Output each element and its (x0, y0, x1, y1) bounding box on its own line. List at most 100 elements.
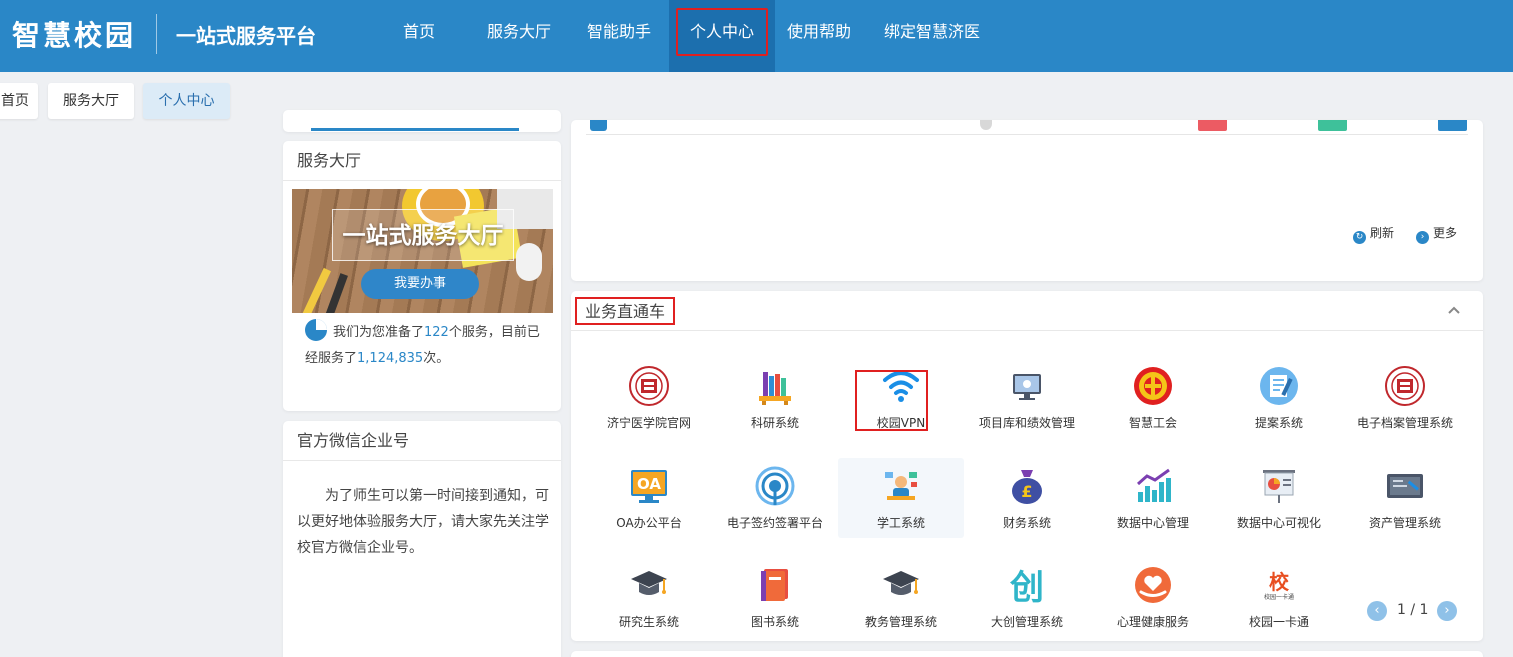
service-stat: 我们为您准备了122个服务，目前已经服务了1,124,835次。 (305, 319, 545, 372)
union-emblem-icon (1134, 367, 1172, 405)
nav-help[interactable]: 使用帮助 (778, 0, 860, 72)
banner-mouse (516, 243, 542, 281)
book-icon (761, 569, 788, 601)
crumb-home[interactable]: 首页 (0, 83, 38, 119)
wechat-title: 官方微信企业号 (283, 421, 561, 461)
more-chevron-icon: › (1416, 231, 1429, 244)
app-oa[interactable]: OA OA办公平台 (586, 458, 712, 538)
vpn-highlight-box (855, 370, 928, 431)
refresh-icon: ↻ (1353, 231, 1366, 244)
app-library[interactable]: 图书系统 (712, 557, 838, 637)
app-student-work[interactable]: 学工系统 (838, 458, 964, 538)
top-header: 智慧校园 一站式服务平台 首页 服务大厅 智能助手 个人中心 使用帮助 绑定智慧… (0, 0, 1513, 72)
app-smart-union[interactable]: 智慧工会 (1090, 358, 1216, 438)
prev-page-button[interactable]: ‹ (1367, 601, 1387, 621)
more-button[interactable]: › 更多 (1416, 224, 1457, 244)
app-label: 研究生系统 (618, 615, 679, 629)
app-label: 资产管理系统 (1368, 516, 1441, 530)
message-divider (586, 134, 1468, 135)
app-label: 大创管理系统 (990, 615, 1063, 629)
app-project-performance[interactable]: 项目库和绩效管理 (964, 358, 1090, 438)
student-work-icon (885, 472, 917, 500)
nav-smart-assistant[interactable]: 智能助手 (578, 0, 660, 72)
device-icon (1387, 474, 1423, 498)
app-label: 智慧工会 (1128, 416, 1177, 430)
app-label: 电子档案管理系统 (1356, 416, 1453, 430)
nav-home[interactable]: 首页 (384, 0, 454, 72)
money-bag-icon: £ (1012, 470, 1042, 504)
bar-chart-icon (1137, 468, 1171, 502)
app-e-archive[interactable]: 电子档案管理系统 (1342, 358, 1468, 438)
app-label: 财务系统 (1002, 516, 1051, 530)
app-label: 校园一卡通 (1248, 615, 1309, 629)
graduation-cap-icon (883, 571, 919, 595)
nav-bind-smart-jiyi[interactable]: 绑定智慧济医 (876, 0, 988, 72)
chuang-icon: 创 (1009, 568, 1044, 605)
app-label: 数据中心管理 (1116, 516, 1189, 530)
app-data-visual[interactable]: 数据中心可视化 (1216, 458, 1342, 538)
campus-card-icon: 校 校园一卡通 (1264, 570, 1294, 601)
app-jining-website[interactable]: 济宁医学院官网 (586, 358, 712, 438)
app-label: 济宁医学院官网 (606, 416, 691, 430)
college-seal-icon (1385, 366, 1425, 406)
app-mental-health[interactable]: 心理健康服务 (1090, 557, 1216, 637)
next-page-button[interactable]: › (1437, 601, 1457, 621)
wechat-text: 为了师生可以第一时间接到通知，可以更好地体验服务大厅，请大家先关注学校官方微信企… (297, 488, 549, 556)
app-label: 教务管理系统 (864, 615, 937, 629)
more-label: 更多 (1433, 226, 1458, 240)
wechat-card: 官方微信企业号 为了师生可以第一时间接到通知，可以更好地体验服务大厅，请大家先关… (283, 421, 561, 657)
app-innovation[interactable]: 创 大创管理系统 (964, 557, 1090, 637)
heart-hand-icon (1135, 567, 1171, 603)
bottom-card (571, 651, 1483, 657)
bookshelf-icon (759, 372, 791, 405)
app-campus-card[interactable]: 校 校园一卡通 校园一卡通 (1216, 557, 1342, 637)
document-pen-icon (1260, 367, 1298, 405)
logo-divider (156, 14, 157, 54)
app-finance[interactable]: £ 财务系统 (964, 458, 1090, 538)
oa-monitor-icon: OA (631, 470, 667, 503)
stat-suffix: 次。 (423, 351, 450, 366)
page-indicator: 1 / 1 (1397, 602, 1429, 618)
college-seal-icon (629, 366, 669, 406)
tab-stub-checkbox (590, 120, 607, 131)
app-label: 项目库和绩效管理 (978, 416, 1075, 430)
crumb-service-hall[interactable]: 服务大厅 (48, 83, 134, 119)
tab-stub-gray (980, 120, 992, 130)
served-count: 1,124,835 (357, 351, 424, 366)
refresh-button[interactable]: ↻ 刷新 (1353, 224, 1394, 244)
svg-text:校: 校 (1269, 570, 1290, 594)
app-academic-affairs[interactable]: 教务管理系统 (838, 557, 964, 637)
pie-chart-icon (305, 319, 327, 341)
message-card: ↻ 刷新 › 更多 (571, 120, 1483, 281)
platform-title: 一站式服务平台 (176, 24, 316, 48)
nav-personal-center[interactable]: 个人中心 (669, 0, 775, 72)
app-e-sign[interactable]: 电子签约签署平台 (712, 458, 838, 538)
app-data-center[interactable]: 数据中心管理 (1090, 458, 1216, 538)
service-hall-card: 服务大厅 一站式服务大厅 我要办事 我们为您准备了122个服务，目前已经服务了1… (283, 141, 561, 411)
app-label: 数据中心可视化 (1236, 516, 1321, 530)
chevron-up-icon[interactable] (1447, 303, 1461, 317)
service-hall-banner[interactable]: 一站式服务大厅 我要办事 (292, 189, 553, 313)
refresh-label: 刷新 (1370, 226, 1395, 240)
app-research[interactable]: 科研系统 (712, 358, 838, 438)
crumb-personal-center[interactable]: 个人中心 (143, 83, 230, 119)
app-graduate[interactable]: 研究生系统 (586, 557, 712, 637)
nav-smart-assistant-label: 智能助手 (586, 22, 651, 41)
banner-title: 一站式服务大厅 (342, 223, 504, 249)
nav-highlight-box (676, 8, 768, 56)
nav-service-hall[interactable]: 服务大厅 (478, 0, 560, 72)
app-label: 科研系统 (750, 416, 799, 430)
signal-icon (755, 466, 795, 506)
business-title-row: 业务直通车 (571, 291, 1483, 331)
site-logo[interactable]: 智慧校园 (12, 14, 136, 54)
tab-stub-blue (1438, 120, 1467, 131)
app-label: 心理健康服务 (1116, 615, 1189, 629)
nav-help-label: 使用帮助 (786, 22, 851, 41)
app-proposal[interactable]: 提案系统 (1216, 358, 1342, 438)
do-business-button[interactable]: 我要办事 (361, 269, 479, 299)
business-title: 业务直通车 (575, 297, 676, 325)
clipped-bar (311, 128, 519, 131)
nav-home-label: 首页 (402, 22, 435, 41)
app-asset[interactable]: 资产管理系统 (1342, 458, 1468, 538)
tab-stub-red (1198, 120, 1227, 131)
